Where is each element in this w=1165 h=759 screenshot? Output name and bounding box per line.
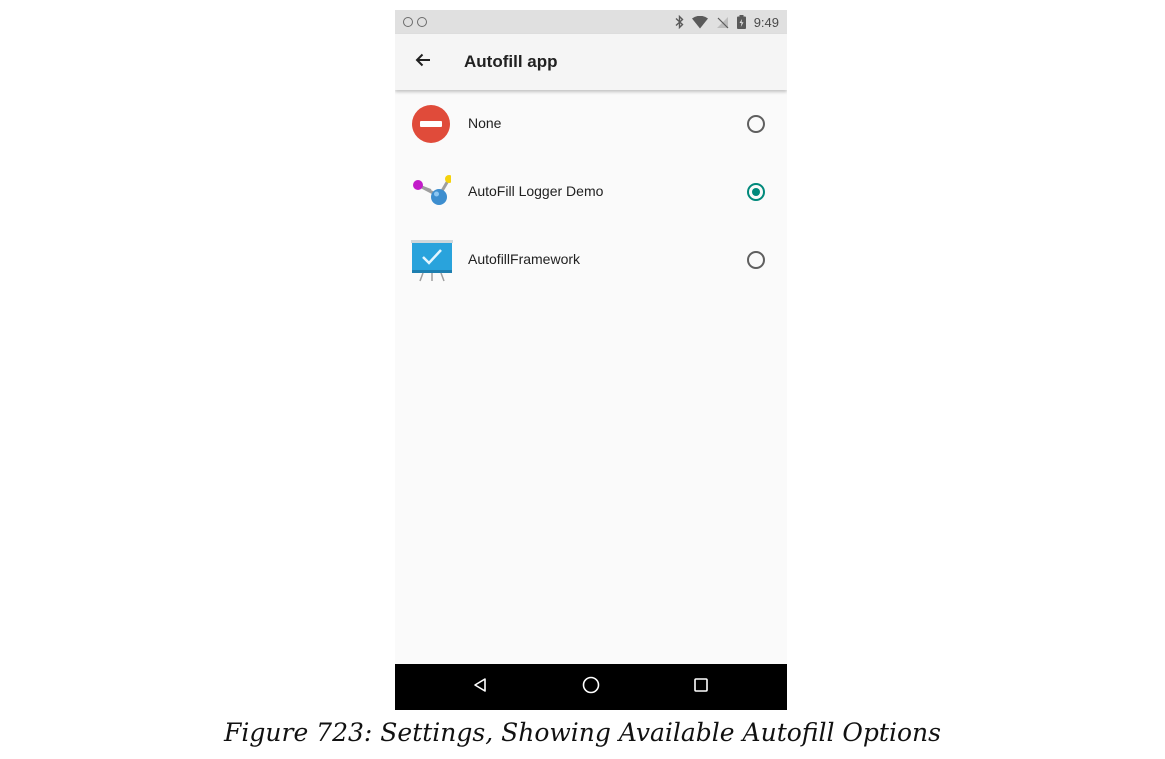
phone-screen: 9:49 Autofill app None AutoFill Logger D… — [395, 10, 787, 710]
notification-dot-icon — [417, 17, 427, 27]
do-not-enter-icon — [411, 104, 451, 144]
back-triangle-icon — [472, 677, 488, 698]
recents-square-icon — [693, 677, 709, 698]
system-nav-bar — [395, 664, 787, 710]
presentation-board-icon — [411, 240, 453, 282]
page-title: Autofill app — [464, 52, 558, 71]
back-button[interactable] — [409, 48, 437, 76]
home-circle-icon — [582, 676, 600, 699]
clock-text: 9:49 — [753, 14, 779, 30]
app-toolbar: Autofill app — [395, 34, 787, 90]
molecule-app-icon — [411, 172, 453, 212]
bluetooth-icon — [675, 15, 684, 29]
wifi-icon — [691, 15, 708, 29]
option-none[interactable]: None — [395, 90, 787, 158]
figure-caption: Figure 723: Settings, Showing Available … — [224, 718, 941, 747]
option-label: None — [468, 115, 502, 131]
nav-recents-button[interactable] — [689, 675, 713, 699]
radio-button[interactable] — [747, 251, 765, 269]
battery-charging-icon — [736, 15, 746, 29]
arrow-left-icon — [415, 52, 431, 73]
no-signal-icon — [716, 16, 729, 29]
status-icons: 9:49 — [675, 14, 779, 30]
radio-button-selected[interactable] — [747, 183, 765, 201]
nav-back-button[interactable] — [468, 675, 492, 699]
nav-home-button[interactable] — [579, 675, 603, 699]
notification-dot-icon — [403, 17, 413, 27]
option-label: AutofillFramework — [468, 251, 581, 267]
autofill-options-list: None AutoFill Logger Demo AutofillFramew… — [395, 90, 787, 294]
option-autofill-logger-demo[interactable]: AutoFill Logger Demo — [395, 158, 787, 226]
option-autofillframework[interactable]: AutofillFramework — [395, 226, 787, 294]
radio-button[interactable] — [747, 115, 765, 133]
option-label: AutoFill Logger Demo — [468, 183, 604, 199]
status-bar: 9:49 — [395, 10, 787, 34]
